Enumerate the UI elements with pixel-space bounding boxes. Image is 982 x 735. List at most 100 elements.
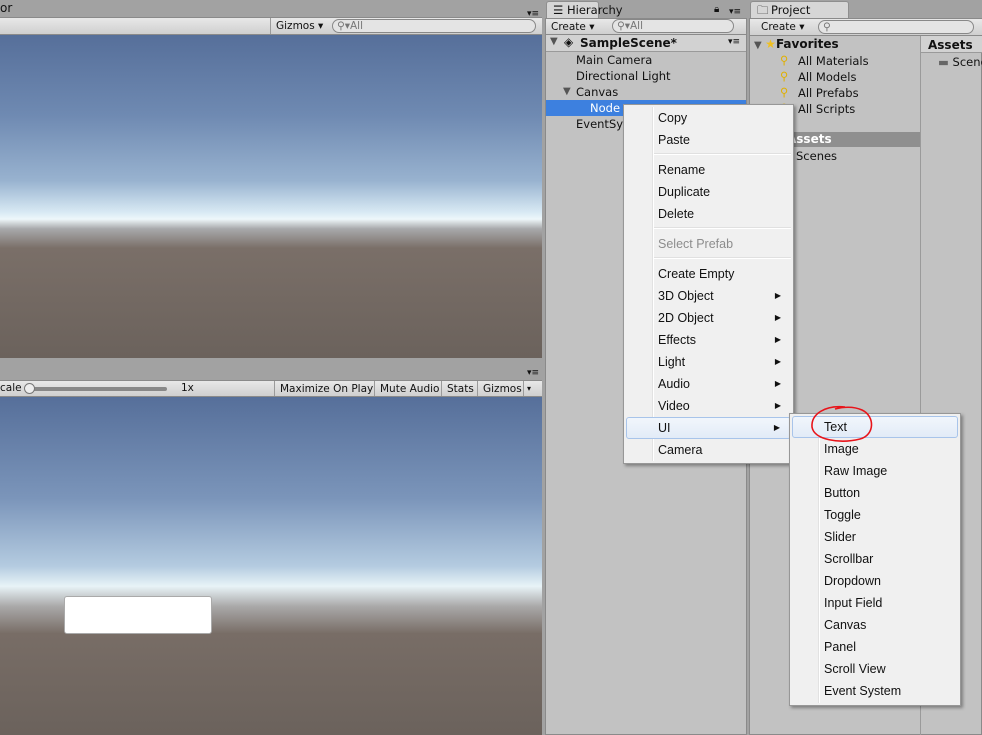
scale-value: 1x bbox=[181, 382, 194, 394]
search-filter-icon: ⚲ bbox=[780, 53, 789, 67]
menu-item-label: Input Field bbox=[824, 596, 883, 610]
stats-button[interactable]: Stats bbox=[441, 381, 479, 396]
menu-item-label: Camera bbox=[658, 443, 703, 457]
submenu-arrow-icon: ▶ bbox=[774, 401, 781, 410]
tab-hierarchy[interactable]: Hierarchy ☰ bbox=[546, 1, 623, 19]
submenu-item-scroll-view[interactable]: Scroll View bbox=[792, 658, 958, 680]
maximize-on-play-button[interactable]: Maximize On Play bbox=[274, 381, 378, 396]
menu-separator bbox=[654, 257, 791, 259]
panel-menu-icon[interactable]: ▾≡ bbox=[527, 368, 539, 378]
submenu-item-slider[interactable]: Slider bbox=[792, 526, 958, 548]
hierarchy-item[interactable]: ▼ Canvas bbox=[546, 84, 746, 100]
assets-breadcrumb: Assets bbox=[921, 36, 982, 53]
hierarchy-item-label: Node bbox=[590, 101, 621, 115]
lock-icon[interactable]: 🔒︎ bbox=[714, 4, 719, 15]
menu-item-3d-object[interactable]: 3D Object ▶ bbox=[626, 285, 791, 307]
submenu-item-panel[interactable]: Panel bbox=[792, 636, 958, 658]
hierarchy-create-button[interactable]: Create ▾ bbox=[546, 19, 600, 34]
scenes-folder-item[interactable]: ▬ Scenes bbox=[938, 54, 982, 70]
menu-item-select-prefab: Select Prefab bbox=[626, 233, 791, 255]
menu-item-paste[interactable]: Paste bbox=[626, 129, 791, 151]
menu-item-video[interactable]: Video ▶ bbox=[626, 395, 791, 417]
submenu-item-canvas[interactable]: Canvas bbox=[792, 614, 958, 636]
menu-item-label: Button bbox=[824, 486, 861, 500]
scene-header-row[interactable]: ▼ ◈ SampleScene* ▾≡ bbox=[546, 35, 746, 52]
menu-item-create-empty[interactable]: Create Empty bbox=[626, 263, 791, 285]
menu-item-label: UI bbox=[658, 421, 671, 435]
search-filter-icon: ⚲ bbox=[780, 69, 789, 83]
scale-slider-handle[interactable] bbox=[24, 383, 35, 394]
project-toolbar: Create ▾ ⚲ bbox=[750, 18, 982, 36]
scene-view-tab-label[interactable]: or bbox=[0, 1, 12, 15]
menu-item-label: Create Empty bbox=[658, 267, 735, 281]
hierarchy-item-label: Canvas bbox=[576, 85, 619, 99]
hierarchy-item-label: Directional Light bbox=[576, 69, 671, 83]
favorite-item-label: All Prefabs bbox=[798, 86, 859, 100]
gizmos-dropdown[interactable]: Gizmos ▾ bbox=[270, 18, 328, 34]
submenu-arrow-icon: ▶ bbox=[774, 379, 781, 388]
hierarchy-item[interactable]: Directional Light bbox=[546, 68, 746, 84]
scenes-tree-row[interactable]: Scenes bbox=[796, 148, 837, 164]
star-icon: ★ bbox=[765, 37, 776, 51]
menu-item-label: Toggle bbox=[824, 508, 861, 522]
hierarchy-item[interactable]: Main Camera bbox=[546, 52, 746, 68]
menu-item-ui[interactable]: UI ▶ bbox=[626, 417, 791, 439]
game-viewport[interactable] bbox=[0, 397, 542, 735]
menu-item-copy[interactable]: Copy bbox=[626, 107, 791, 129]
scale-slider[interactable] bbox=[27, 387, 167, 391]
menu-item-light[interactable]: Light ▶ bbox=[626, 351, 791, 373]
menu-item-label: Dropdown bbox=[824, 574, 881, 588]
favorites-label: Favorites bbox=[775, 37, 839, 51]
menu-item-delete[interactable]: Delete bbox=[626, 203, 791, 225]
game-toolbar: cale 1x Maximize On Play Mute Audio Stat… bbox=[0, 380, 542, 397]
expand-arrow-icon[interactable]: ▼ bbox=[563, 84, 571, 100]
menu-item-label: Audio bbox=[658, 377, 690, 391]
menu-item-duplicate[interactable]: Duplicate bbox=[626, 181, 791, 203]
submenu-item-input-field[interactable]: Input Field bbox=[792, 592, 958, 614]
project-tab-label: Project bbox=[771, 3, 811, 17]
hierarchy-item-label: Main Camera bbox=[576, 53, 653, 67]
favorite-item-label: All Scripts bbox=[798, 102, 856, 116]
submenu-item-event-system[interactable]: Event System bbox=[792, 680, 958, 702]
favorites-header[interactable]: ▼ ★Favorites bbox=[754, 37, 839, 51]
menu-item-label: Scroll View bbox=[824, 662, 886, 676]
mute-audio-button[interactable]: Mute Audio bbox=[374, 381, 444, 396]
submenu-item-scrollbar[interactable]: Scrollbar bbox=[792, 548, 958, 570]
panel-menu-icon[interactable]: ▾≡ bbox=[729, 7, 741, 17]
submenu-arrow-icon: ▶ bbox=[774, 291, 781, 300]
gizmos-dropdown-arrow[interactable]: ▾ bbox=[523, 381, 534, 396]
tab-project[interactable]: Project 🗀 bbox=[750, 1, 849, 19]
scene-menu-icon[interactable]: ▾≡ bbox=[728, 37, 740, 47]
menu-item-label: Scrollbar bbox=[824, 552, 874, 566]
scene-viewport[interactable] bbox=[0, 35, 542, 358]
menu-item-label: Light bbox=[658, 355, 686, 369]
search-placeholder: All bbox=[629, 20, 643, 32]
red-circle-annotation bbox=[811, 405, 873, 442]
submenu-arrow-icon: ▶ bbox=[774, 335, 781, 344]
submenu-arrow-icon: ▶ bbox=[774, 313, 781, 322]
hierarchy-search-input[interactable]: ⚲▾All bbox=[612, 19, 734, 33]
expand-arrow-icon[interactable]: ▼ bbox=[754, 40, 765, 51]
menu-item-label: Copy bbox=[658, 111, 688, 125]
menu-item-2d-object[interactable]: 2D Object ▶ bbox=[626, 307, 791, 329]
scale-label: cale bbox=[0, 382, 22, 394]
assets-breadcrumb-label: Assets bbox=[928, 38, 973, 52]
expand-arrow-icon[interactable]: ▼ bbox=[550, 36, 558, 47]
menu-item-rename[interactable]: Rename bbox=[626, 159, 791, 181]
submenu-item-dropdown[interactable]: Dropdown bbox=[792, 570, 958, 592]
submenu-item-button[interactable]: Button bbox=[792, 482, 958, 504]
folder-icon: ▬ bbox=[938, 55, 953, 69]
menu-item-label: Duplicate bbox=[658, 185, 711, 199]
project-search-input[interactable]: ⚲ bbox=[818, 20, 974, 34]
search-filter-icon: ⚲ bbox=[780, 85, 789, 99]
gizmos-button[interactable]: Gizmos bbox=[477, 381, 527, 396]
menu-separator bbox=[654, 227, 791, 229]
menu-item-camera[interactable]: Camera bbox=[626, 439, 791, 461]
project-create-button[interactable]: Create ▾ bbox=[756, 19, 810, 35]
menu-item-effects[interactable]: Effects ▶ bbox=[626, 329, 791, 351]
menu-item-label: Slider bbox=[824, 530, 856, 544]
submenu-item-toggle[interactable]: Toggle bbox=[792, 504, 958, 526]
scene-search-input[interactable]: ⚲▾All bbox=[332, 19, 536, 33]
submenu-item-raw-image[interactable]: Raw Image bbox=[792, 460, 958, 482]
menu-item-audio[interactable]: Audio ▶ bbox=[626, 373, 791, 395]
